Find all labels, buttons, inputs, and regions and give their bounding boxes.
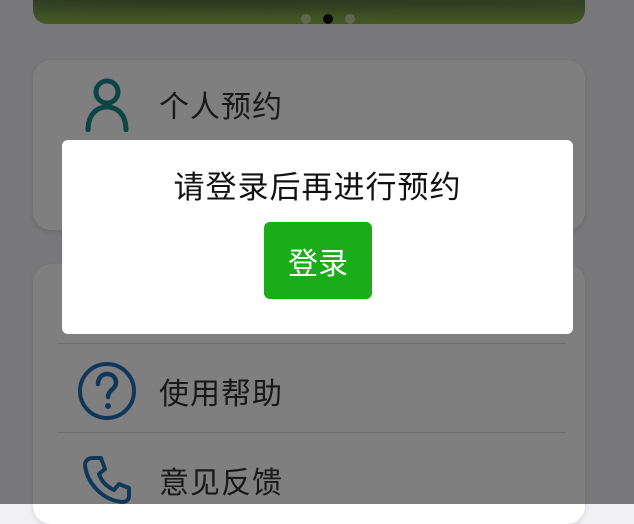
login-dialog: 请登录后再进行预约 登录 — [62, 140, 573, 334]
dialog-message: 请登录后再进行预约 — [173, 170, 462, 206]
login-button[interactable]: 登录 — [264, 222, 372, 299]
